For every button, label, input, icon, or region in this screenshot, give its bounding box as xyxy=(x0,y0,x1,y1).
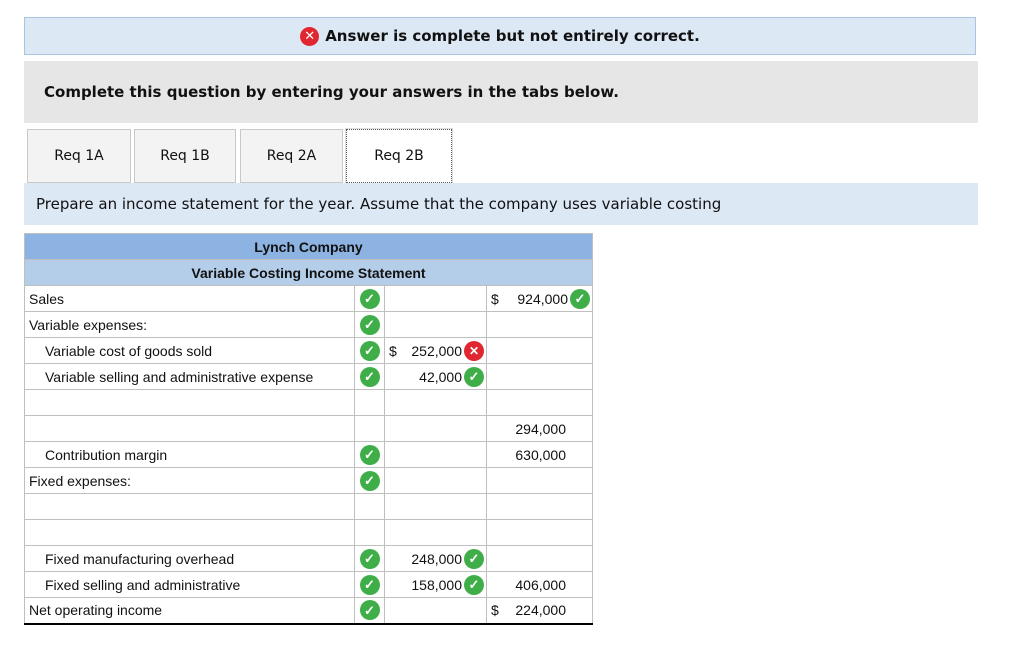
x-icon: ✕ xyxy=(300,26,320,46)
instructions-bar: Complete this question by entering your … xyxy=(24,61,978,123)
amount-cell[interactable] xyxy=(486,389,593,416)
amount-cell[interactable] xyxy=(486,519,593,546)
tab-req-1a[interactable]: Req 1A xyxy=(27,129,131,183)
check-icon: ✓ xyxy=(359,340,380,361)
amount-cell[interactable]: $ 252,000 ✕ xyxy=(384,337,487,364)
check-icon: ✓ xyxy=(464,548,484,569)
amount-cell[interactable] xyxy=(486,311,593,338)
amount-cell[interactable] xyxy=(384,389,487,416)
tab-req-1b[interactable]: Req 1B xyxy=(134,129,236,183)
instructions-text: Complete this question by entering your … xyxy=(44,83,619,101)
check-icon: ✓ xyxy=(464,574,484,595)
check-icon: ✓ xyxy=(359,366,380,387)
result-banner: ✕ Answer is complete but not entirely co… xyxy=(24,17,976,55)
table-row xyxy=(24,519,593,546)
table-row: 294,000 xyxy=(24,415,593,442)
tab-req-2b[interactable]: Req 2B xyxy=(345,128,453,184)
check-icon: ✓ xyxy=(359,470,380,491)
amount-cell[interactable]: 406,000 xyxy=(486,571,593,598)
income-statement-table: Lynch Company Variable Costing Income St… xyxy=(24,233,593,625)
question-prompt: Prepare an income statement for the year… xyxy=(24,183,978,225)
table-row: Variable expenses: ✓ xyxy=(24,311,593,338)
row-label: Sales xyxy=(29,290,65,307)
amount-cell[interactable]: 294,000 xyxy=(486,415,593,442)
row-label: Fixed selling and administrative xyxy=(45,576,241,593)
amount-cell[interactable] xyxy=(384,415,487,442)
x-icon: ✕ xyxy=(464,340,484,361)
row-label: Net operating income xyxy=(29,602,163,619)
check-icon: ✓ xyxy=(359,288,380,309)
amount-cell[interactable] xyxy=(384,519,487,546)
check-icon: ✓ xyxy=(570,288,590,309)
amount-cell[interactable] xyxy=(486,467,593,494)
amount-cell[interactable]: 42,000 ✓ xyxy=(384,363,487,390)
table-row xyxy=(24,493,593,520)
table-row: Fixed manufacturing overhead ✓ 248,000 ✓ xyxy=(24,545,593,572)
tab-req-2a[interactable]: Req 2A xyxy=(240,129,343,183)
company-name: Lynch Company xyxy=(24,233,593,260)
check-icon: ✓ xyxy=(359,444,380,465)
table-row: Variable cost of goods sold ✓ $ 252,000 ✕ xyxy=(24,337,593,364)
check-icon: ✓ xyxy=(359,314,380,335)
check-icon: ✓ xyxy=(359,548,380,569)
statement-title: Variable Costing Income Statement xyxy=(24,259,593,286)
amount-cell[interactable]: 158,000 ✓ xyxy=(384,571,487,598)
amount-cell[interactable] xyxy=(384,441,487,468)
table-row: Contribution margin ✓ 630,000 xyxy=(24,441,593,468)
row-label: Fixed manufacturing overhead xyxy=(45,550,235,567)
amount-cell[interactable] xyxy=(384,493,487,520)
amount-cell[interactable]: 248,000 ✓ xyxy=(384,545,487,572)
row-label: Variable cost of goods sold xyxy=(45,342,213,359)
row-label: Contribution margin xyxy=(45,446,168,463)
amount-cell[interactable] xyxy=(384,467,487,494)
row-label: Variable expenses: xyxy=(29,316,148,333)
table-row: Fixed expenses: ✓ xyxy=(24,467,593,494)
amount-cell[interactable] xyxy=(384,285,487,312)
amount-cell[interactable] xyxy=(486,337,593,364)
check-icon: ✓ xyxy=(359,600,380,621)
banner-text: Answer is complete but not entirely corr… xyxy=(325,27,700,45)
amount-cell[interactable]: $ 924,000 ✓ xyxy=(486,285,593,312)
amount-cell[interactable] xyxy=(486,493,593,520)
table-row: Sales ✓ $ 924,000 ✓ xyxy=(24,285,593,312)
table-row xyxy=(24,389,593,416)
row-label: Fixed expenses: xyxy=(29,472,131,489)
table-row: Variable selling and administrative expe… xyxy=(24,363,593,390)
amount-cell[interactable] xyxy=(384,597,487,625)
amount-cell[interactable] xyxy=(384,311,487,338)
amount-cell[interactable] xyxy=(486,545,593,572)
amount-cell[interactable]: $ 224,000 xyxy=(486,597,593,625)
table-row: Fixed selling and administrative ✓ 158,0… xyxy=(24,571,593,598)
amount-cell[interactable] xyxy=(486,363,593,390)
check-icon: ✓ xyxy=(464,366,484,387)
table-row: Net operating income ✓ $ 224,000 xyxy=(24,597,593,625)
amount-cell[interactable]: 630,000 xyxy=(486,441,593,468)
check-icon: ✓ xyxy=(359,574,380,595)
row-label: Variable selling and administrative expe… xyxy=(45,368,314,385)
